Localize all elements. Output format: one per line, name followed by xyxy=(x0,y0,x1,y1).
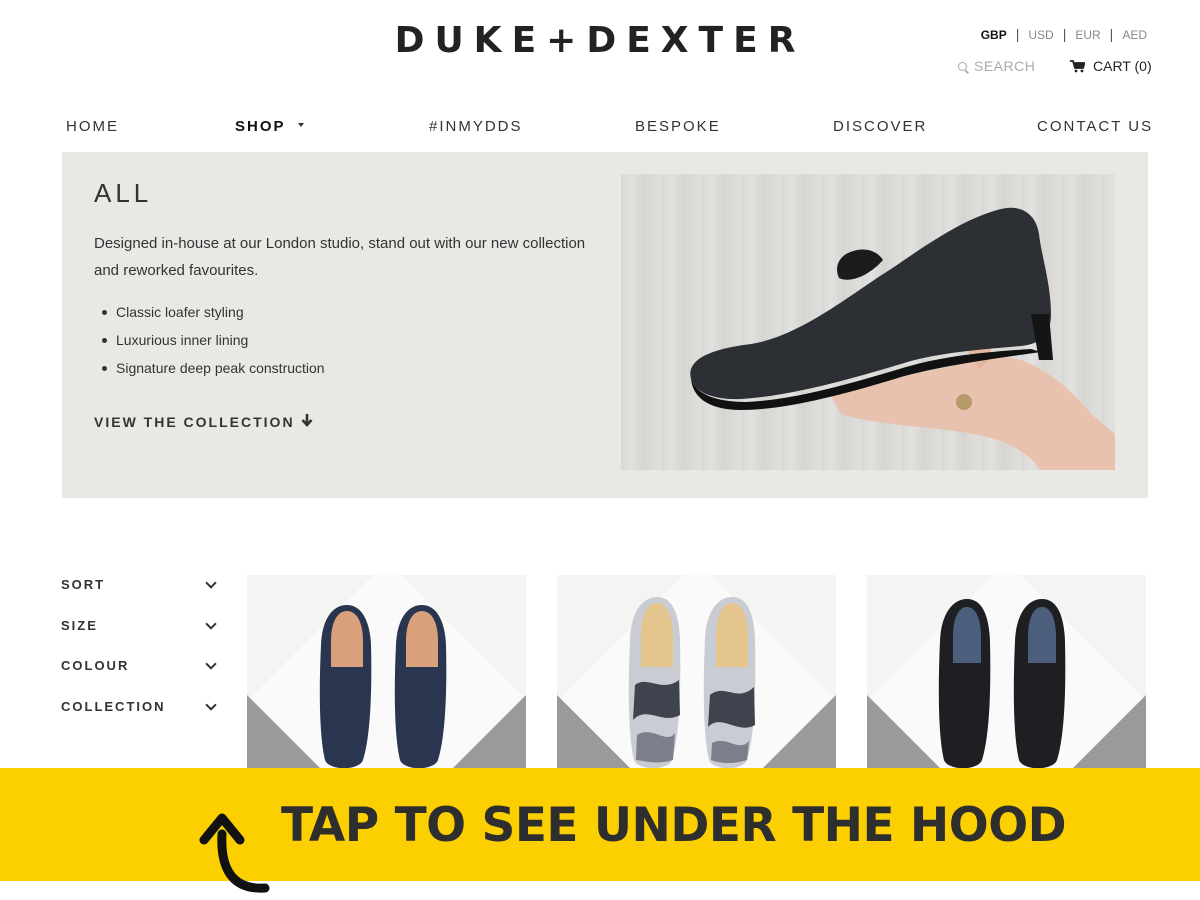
filter-label: COLOUR xyxy=(61,658,130,673)
nav-home[interactable]: HOME xyxy=(66,118,119,135)
product-image xyxy=(938,599,1066,769)
nav-shop-label: SHOP xyxy=(235,118,286,135)
search-label: SEARCH xyxy=(974,58,1036,74)
product-image xyxy=(628,597,756,769)
nav-discover[interactable]: DISCOVER xyxy=(833,118,927,135)
product-card-navy-loafers[interactable] xyxy=(247,575,526,775)
nav-shop[interactable]: SHOP xyxy=(235,118,304,135)
arrow-down-icon xyxy=(301,414,313,430)
filter-sidebar: SORT SIZE COLOUR COLLECTION xyxy=(61,576,219,738)
nav-bespoke[interactable]: BESPOKE xyxy=(635,118,721,135)
chevron-down-icon xyxy=(205,698,217,711)
search-icon xyxy=(958,62,967,71)
filter-collection[interactable]: COLLECTION xyxy=(61,698,219,739)
chevron-down-icon xyxy=(205,577,217,589)
caret-down-icon xyxy=(297,123,304,128)
view-collection-label: VIEW THE COLLECTION xyxy=(94,414,295,430)
feature-item: Luxurious inner lining xyxy=(102,330,325,358)
product-image xyxy=(319,605,447,769)
collection-title: ALL xyxy=(94,178,153,208)
filter-label: SORT xyxy=(61,577,106,592)
filter-sort[interactable]: SORT xyxy=(61,576,219,617)
search-link[interactable]: SEARCH xyxy=(958,58,1035,74)
collection-hero: ALL Designed in-house at our London stud… xyxy=(62,152,1148,498)
curved-arrow-up-icon xyxy=(199,813,270,893)
nav-contact-us[interactable]: CONTACT US xyxy=(1037,118,1153,135)
filter-size[interactable]: SIZE xyxy=(61,617,219,658)
chevron-down-icon xyxy=(205,658,217,670)
feature-item: Classic loafer styling xyxy=(102,302,325,330)
cart-label: CART (0) xyxy=(1093,58,1152,74)
collection-description: Designed in-house at our London studio, … xyxy=(94,235,586,279)
cart-link[interactable]: CART (0) xyxy=(1070,58,1152,74)
currency-switcher: GBP | USD | EUR | AED xyxy=(972,26,1147,42)
loafer-in-hand-illustration xyxy=(690,207,1115,470)
view-collection-link[interactable]: VIEW THE COLLECTION xyxy=(94,414,313,430)
main-nav: HOME SHOP #INMYDDS BESPOKE DISCOVER CONT… xyxy=(62,118,1151,138)
cart-icon xyxy=(1070,60,1085,73)
filter-label: COLLECTION xyxy=(61,698,166,714)
currency-usd[interactable]: USD xyxy=(1019,28,1062,42)
currency-eur[interactable]: EUR xyxy=(1066,28,1109,42)
filter-colour[interactable]: COLOUR xyxy=(61,657,219,698)
nav-inmydds[interactable]: #INMYDDS xyxy=(429,118,523,135)
product-card-black-loafers[interactable] xyxy=(867,575,1146,775)
feature-list: Classic loafer styling Luxurious inner l… xyxy=(102,302,325,386)
currency-gbp[interactable]: GBP xyxy=(972,28,1016,42)
under-the-hood-banner[interactable]: TAP TO SEE UNDER THE HOOD xyxy=(0,768,1200,881)
filter-label: SIZE xyxy=(61,617,98,633)
chevron-down-icon xyxy=(205,617,217,630)
banner-text: TAP TO SEE UNDER THE HOOD xyxy=(281,798,1067,853)
feature-item: Signature deep peak construction xyxy=(102,358,325,386)
currency-aed[interactable]: AED xyxy=(1113,28,1147,42)
hero-image xyxy=(621,174,1115,470)
product-card-camo-loafers[interactable] xyxy=(557,575,836,775)
